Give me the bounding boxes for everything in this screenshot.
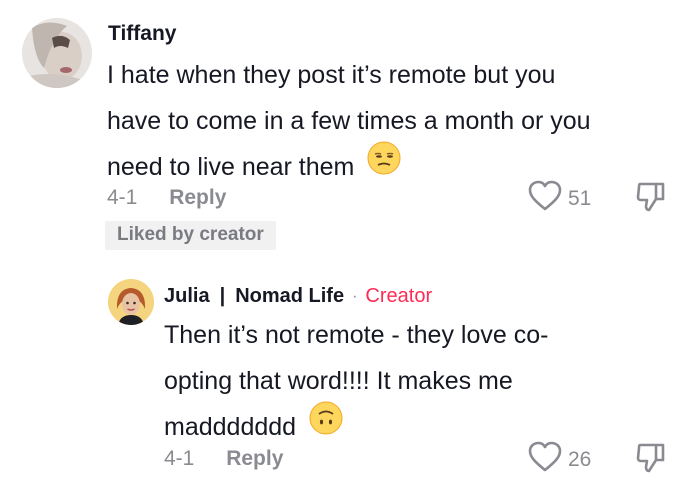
comment-date: 4-1 bbox=[107, 186, 138, 209]
avatar[interactable] bbox=[108, 279, 154, 325]
heart-icon bbox=[528, 180, 562, 218]
dislike-button[interactable] bbox=[636, 181, 666, 218]
reply-text-line: maddddddd bbox=[164, 401, 684, 453]
reply-author-second[interactable]: Nomad Life bbox=[235, 285, 344, 308]
reply-meta: 4-1 Reply bbox=[164, 447, 283, 471]
reply-text-line: Then it’s not remote - they love co- bbox=[164, 321, 549, 349]
reply-text-line: opting that word!!!! It makes me bbox=[164, 367, 513, 395]
reply-text: Then it’s not remote - they love co- opt… bbox=[164, 312, 684, 453]
upside-down-face-icon bbox=[309, 401, 343, 450]
thumbs-down-icon bbox=[636, 443, 666, 478]
thumbs-down-icon bbox=[636, 182, 666, 217]
reply-author-first[interactable]: Julia bbox=[164, 285, 210, 308]
comment-author[interactable]: Tiffany bbox=[108, 22, 176, 46]
unamused-face-icon bbox=[367, 141, 401, 190]
dislike-button[interactable] bbox=[636, 442, 666, 479]
like-count: 26 bbox=[568, 448, 592, 471]
comment-text: I hate when they post it’s remote but yo… bbox=[107, 52, 687, 193]
reply-button[interactable]: Reply bbox=[226, 447, 283, 470]
comment-text-line: I hate when they post it’s remote but yo… bbox=[107, 61, 556, 89]
like-count: 51 bbox=[568, 187, 592, 210]
like-button[interactable]: 26 bbox=[528, 441, 591, 479]
reply-author-row: Julia | Nomad Life · Creator bbox=[164, 285, 432, 308]
name-separator: | bbox=[219, 285, 226, 307]
avatar[interactable] bbox=[22, 18, 92, 88]
comment-text-line-content: need to live near them bbox=[107, 153, 355, 182]
heart-icon bbox=[528, 441, 562, 479]
like-button[interactable]: 51 bbox=[528, 180, 591, 218]
comment-meta: 4-1 Reply bbox=[107, 186, 226, 210]
creator-label: Creator bbox=[365, 285, 433, 307]
comment-text-line: have to come in a few times a month or y… bbox=[107, 107, 591, 135]
reply-date: 4-1 bbox=[164, 447, 195, 470]
liked-by-creator-badge: Liked by creator bbox=[105, 221, 276, 250]
reply-button[interactable]: Reply bbox=[169, 186, 226, 209]
dot-separator: · bbox=[352, 287, 358, 305]
reply-text-line-content: maddddddd bbox=[164, 413, 297, 442]
